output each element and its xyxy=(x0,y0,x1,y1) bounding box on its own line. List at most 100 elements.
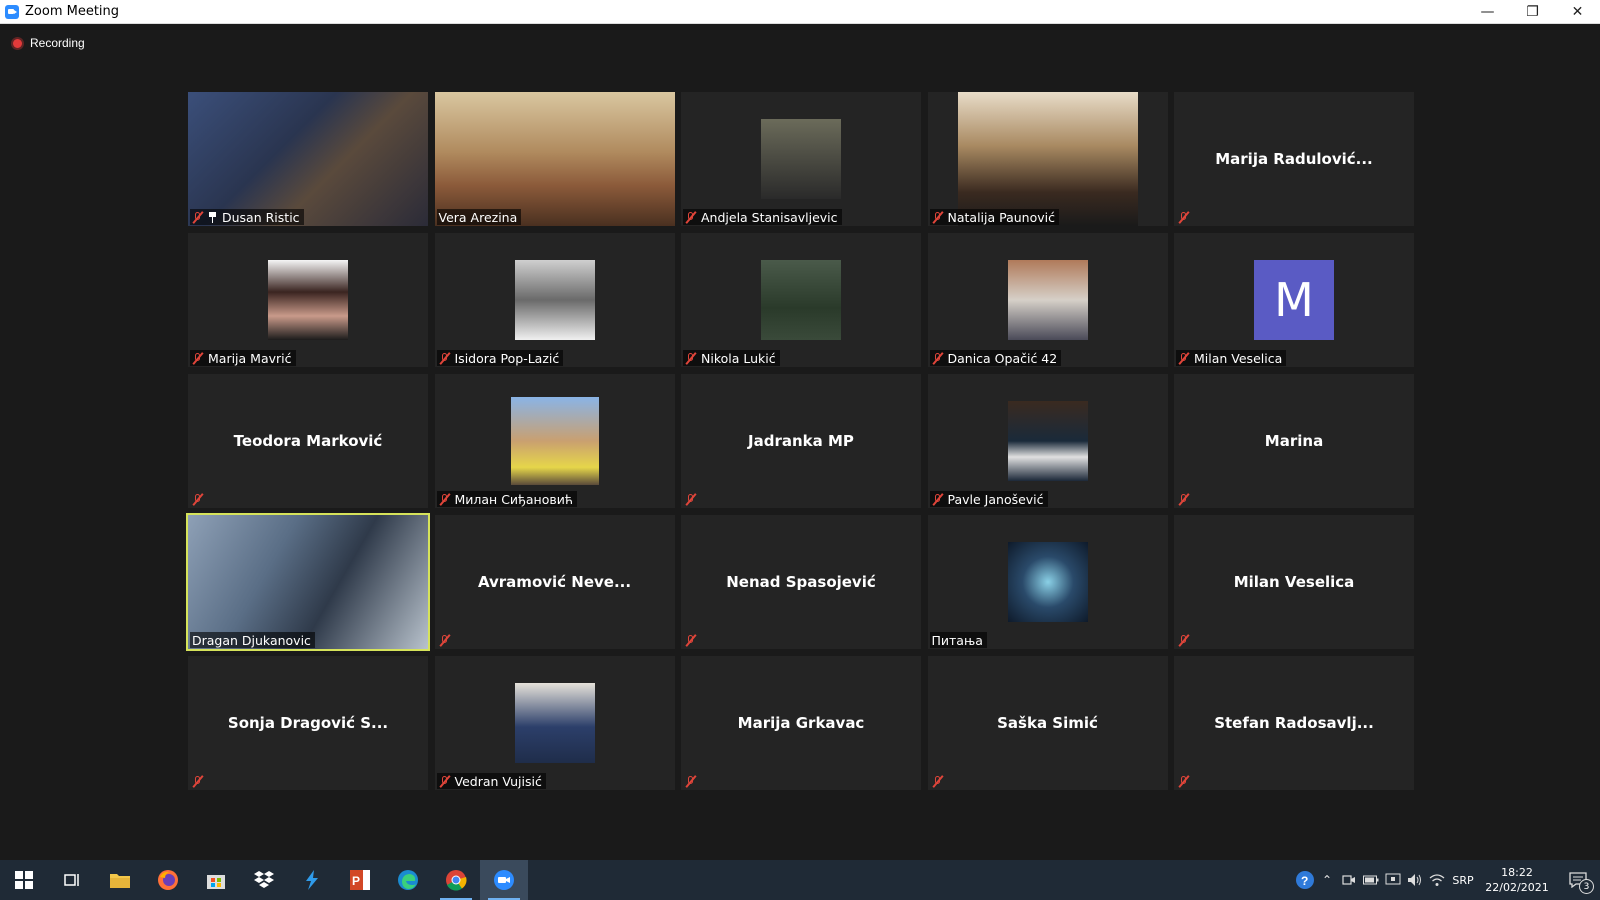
participant-name: Milan Veselica xyxy=(1194,350,1283,366)
participant-name-label xyxy=(683,773,705,789)
participant-name-label: Danica Opačić 42 xyxy=(929,350,1062,366)
profile-picture xyxy=(1007,401,1088,481)
profile-picture xyxy=(1007,542,1088,622)
dropbox-button[interactable] xyxy=(240,860,288,900)
svg-text:P: P xyxy=(352,874,360,888)
chrome-button[interactable] xyxy=(432,860,480,900)
dropbox-icon xyxy=(254,871,274,888)
participant-tile[interactable]: Sonja Dragović S... xyxy=(188,656,428,790)
participant-tile[interactable]: Marija Radulović... xyxy=(1174,92,1414,226)
window-controls: — ❐ ✕ xyxy=(1465,0,1600,23)
participant-tile[interactable]: Isidora Pop-Lazić xyxy=(434,233,675,367)
profile-picture xyxy=(761,119,841,199)
participant-tile[interactable]: M Milan Veselica xyxy=(1174,233,1414,367)
powerpoint-button[interactable]: P xyxy=(336,860,384,900)
visual-studio-icon xyxy=(306,870,318,890)
participant-name: Nikola Lukić xyxy=(701,350,776,366)
task-view-button[interactable] xyxy=(48,860,96,900)
battery-icon[interactable] xyxy=(1360,860,1382,900)
participant-name-label: Питања xyxy=(929,632,987,648)
participant-video xyxy=(188,515,428,649)
participant-name-label: Isidora Pop-Lazić xyxy=(436,350,564,366)
participant-tile[interactable]: Marija Grkavac xyxy=(681,656,921,790)
zoom-taskbar-button[interactable] xyxy=(480,860,528,900)
participant-display-name: Saška Simić xyxy=(997,714,1098,732)
participant-tile[interactable]: Avramović Neve... xyxy=(434,515,675,649)
participant-tile[interactable]: Милан Сиђановић xyxy=(434,374,675,508)
show-hidden-icons-chevron-icon[interactable]: ⌃ xyxy=(1316,860,1338,900)
participant-name-label: Nikola Lukić xyxy=(683,350,780,366)
participant-video xyxy=(434,92,675,226)
start-button[interactable] xyxy=(0,860,48,900)
help-icon[interactable]: ? xyxy=(1294,860,1316,900)
wifi-icon[interactable] xyxy=(1426,860,1448,900)
participant-tile[interactable]: Danica Opačić 42 xyxy=(927,233,1168,367)
participant-name-label: Милан Сиђановић xyxy=(436,491,577,507)
gallery-view: Dusan Ristic Vera Arezina Andjela Stanisav… xyxy=(186,92,1414,790)
volume-icon[interactable] xyxy=(1404,860,1426,900)
participant-name-label: Dragan Djukanovic xyxy=(190,632,315,648)
participant-tile[interactable]: Питања xyxy=(927,515,1168,649)
folder-icon xyxy=(110,874,130,888)
microphone-muted-icon xyxy=(685,775,697,788)
file-explorer-button[interactable] xyxy=(96,860,144,900)
participant-tile[interactable]: Dusan Ristic xyxy=(188,92,428,226)
participant-name: Dragan Djukanovic xyxy=(192,632,311,648)
participant-name: Питања xyxy=(931,632,983,648)
projector-icon[interactable] xyxy=(1382,860,1404,900)
participant-name-label: Natalija Paunović xyxy=(929,209,1059,225)
zoom-logo-icon xyxy=(5,4,19,19)
participant-tile[interactable]: Saška Simić xyxy=(927,656,1168,790)
participant-tile[interactable]: Nikola Lukić xyxy=(681,233,921,367)
microphone-muted-icon xyxy=(685,352,697,365)
participant-tile[interactable]: Stefan Radosavlj... xyxy=(1174,656,1414,790)
edge-button[interactable] xyxy=(384,860,432,900)
participant-name: Dusan Ristic xyxy=(222,209,300,225)
profile-picture xyxy=(510,397,599,485)
microphone-muted-icon xyxy=(192,352,204,365)
microphone-muted-icon xyxy=(1178,775,1190,788)
profile-picture xyxy=(514,260,595,340)
clock[interactable]: 18:22 22/02/2021 xyxy=(1482,865,1552,895)
zoom-icon xyxy=(494,870,514,890)
microphone-muted-icon xyxy=(439,352,451,365)
visual-studio-button[interactable] xyxy=(288,860,336,900)
avatar: M xyxy=(1254,260,1334,340)
participant-name-label: Vera Arezina xyxy=(436,209,522,225)
participant-tile[interactable]: Marija Mavrić xyxy=(188,233,428,367)
recording-indicator[interactable]: Recording xyxy=(13,36,85,50)
restore-button[interactable]: ❐ xyxy=(1510,0,1555,23)
close-button[interactable]: ✕ xyxy=(1555,0,1600,23)
notification-count: 3 xyxy=(1579,879,1594,894)
participant-video xyxy=(188,92,428,226)
edge-icon xyxy=(398,870,418,890)
participant-name: Danica Opačić 42 xyxy=(947,350,1058,366)
store-button[interactable] xyxy=(192,860,240,900)
participant-tile[interactable]: Andjela Stanisavljevic xyxy=(681,92,921,226)
input-language[interactable]: SRP xyxy=(1448,874,1478,887)
participant-tile[interactable]: Jadranka MP xyxy=(681,374,921,508)
participant-tile[interactable]: Teodora Marković xyxy=(188,374,428,508)
participant-tile[interactable]: Vedran Vujisić xyxy=(434,656,675,790)
participant-name: Marija Mavrić xyxy=(208,350,292,366)
title-bar: Zoom Meeting — ❐ ✕ xyxy=(0,0,1600,24)
firefox-button[interactable] xyxy=(144,860,192,900)
participant-tile[interactable]: Milan Veselica xyxy=(1174,515,1414,649)
participant-tile[interactable]: Pavle Janošević xyxy=(927,374,1168,508)
participant-name-label xyxy=(683,491,705,507)
participant-tile[interactable]: Nenad Spasojević xyxy=(681,515,921,649)
participant-name: Andjela Stanisavljevic xyxy=(701,209,838,225)
participant-tile[interactable]: Natalija Paunović xyxy=(927,92,1168,226)
meet-now-icon[interactable] xyxy=(1338,860,1360,900)
microphone-muted-icon xyxy=(1178,352,1190,365)
participant-name-label xyxy=(1176,773,1198,789)
participant-tile[interactable]: Marina xyxy=(1174,374,1414,508)
system-tray: ? ⌃ SRP 18:22 22/02/2021 3 xyxy=(1294,860,1600,900)
participant-display-name: Nenad Spasojević xyxy=(726,573,876,591)
participant-tile[interactable]: Dragan Djukanovic xyxy=(186,513,430,651)
microphone-muted-icon xyxy=(1178,493,1190,506)
participant-tile[interactable]: Vera Arezina xyxy=(434,92,675,226)
minimize-button[interactable]: — xyxy=(1465,0,1510,23)
action-center-button[interactable]: 3 xyxy=(1556,860,1600,900)
participant-name: Милан Сиђановић xyxy=(454,491,574,507)
